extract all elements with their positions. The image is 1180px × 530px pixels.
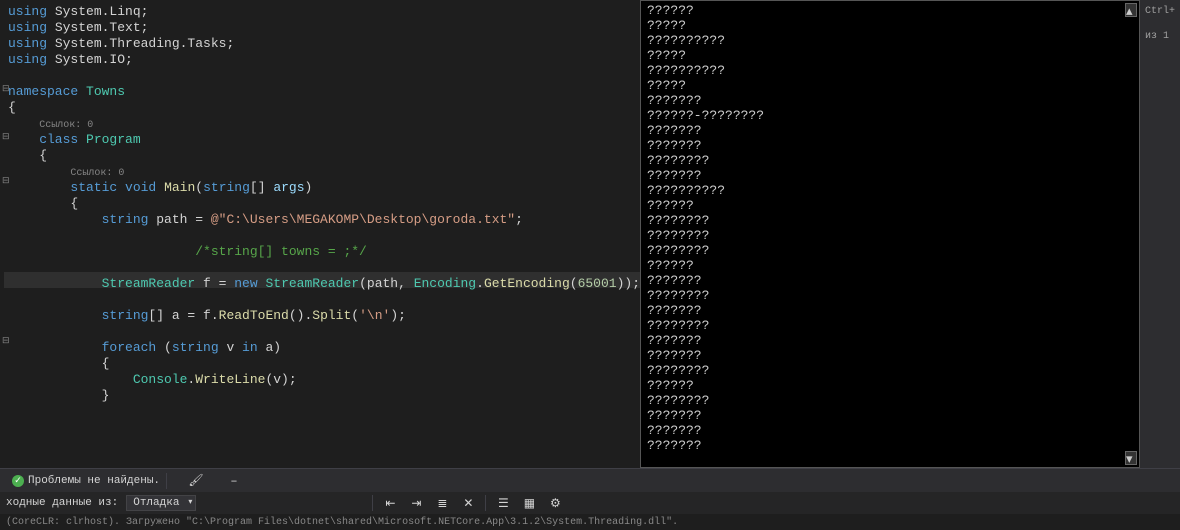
console-line: ???????? — [647, 228, 1133, 243]
console-line: ??????? — [647, 408, 1133, 423]
console-line: ??????? — [647, 93, 1133, 108]
references-count[interactable]: Ссылок: 0 — [70, 168, 124, 179]
console-line: ??????? — [647, 348, 1133, 363]
console-line: ???????? — [647, 213, 1133, 228]
console-line: ??????-???????? — [647, 108, 1133, 123]
problems-text: Проблемы не найдены. — [28, 475, 160, 487]
console-line: ??????? — [647, 168, 1133, 183]
string-literal: @"C:\Users\MEGAKOMP\Desktop\goroda.txt" — [211, 212, 515, 227]
console-line: ????? — [647, 78, 1133, 93]
indent-left-icon[interactable]: ⇤ — [381, 494, 399, 512]
console-output[interactable]: ????????????????????????????????????????… — [640, 0, 1140, 468]
console-line: ??????? — [647, 123, 1133, 138]
console-line: ???????? — [647, 393, 1133, 408]
right-panel: Ctrl+ из 1 — [1140, 0, 1180, 468]
shortcut-hint: Ctrl+ — [1142, 4, 1178, 19]
output-toolbar: ходные данные из: Отладка ▾ ⇤ ⇥ ≣ ✕ ☰ ▦ … — [0, 492, 1180, 514]
console-line: ?????????? — [647, 63, 1133, 78]
scroll-down-icon[interactable]: ▾ — [1125, 451, 1137, 465]
console-line: ???????? — [647, 363, 1133, 378]
clear-icon[interactable]: ✕ — [459, 494, 477, 512]
console-line: ?????????? — [647, 183, 1133, 198]
console-line: ?????? — [647, 198, 1133, 213]
console-line: ?????????? — [647, 33, 1133, 48]
output-from-label: ходные данные из: — [6, 497, 118, 509]
brush-icon[interactable]: 🖌 — [187, 472, 205, 490]
console-line: ?????? — [647, 378, 1133, 393]
main-area: ⊟ ⊟ ⊟ ⊟ using System.Linq; using System.… — [0, 0, 1180, 468]
console-line: ??????? — [647, 333, 1133, 348]
debug-output-line: (CoreCLR: clrhost). Загружено "C:\Progra… — [0, 514, 1180, 530]
output-source-dropdown[interactable]: Отладка ▾ — [126, 495, 196, 511]
dash-icon[interactable]: – — [225, 472, 243, 490]
count-hint: из 1 — [1142, 29, 1178, 44]
console-line: ????? — [647, 18, 1133, 33]
references-count[interactable]: Ссылок: 0 — [39, 120, 93, 131]
console-line: ????? — [647, 48, 1133, 63]
console-line: ??????? — [647, 438, 1133, 453]
check-icon: ✓ — [12, 475, 24, 487]
list-icon[interactable]: ☰ — [494, 494, 512, 512]
console-line: ???????? — [647, 153, 1133, 168]
misc-icon[interactable]: ▦ — [520, 494, 538, 512]
problems-status[interactable]: ✓ Проблемы не найдены. — [6, 473, 166, 489]
code-area[interactable]: using System.Linq; using System.Text; us… — [4, 0, 640, 468]
console-line: ??????? — [647, 423, 1133, 438]
console-line: ?????? — [647, 3, 1133, 18]
console-line: ??????? — [647, 303, 1133, 318]
console-line: ??????? — [647, 138, 1133, 153]
console-line: ???????? — [647, 318, 1133, 333]
comment: /*string[] towns = ;*/ — [102, 244, 367, 259]
status-bar-problems: ✓ Проблемы не найдены. 🖌 – — [0, 468, 1180, 492]
indent-right-icon[interactable]: ⇥ — [407, 494, 425, 512]
gear-icon[interactable]: ⚙ — [546, 494, 564, 512]
console-scrollbar[interactable]: ▴ ▾ — [1123, 1, 1139, 467]
wrap-icon[interactable]: ≣ — [433, 494, 451, 512]
console-line: ?????? — [647, 258, 1133, 273]
console-line: ???????? — [647, 288, 1133, 303]
editor-pane: ⊟ ⊟ ⊟ ⊟ using System.Linq; using System.… — [0, 0, 640, 468]
console-line: ???????? — [647, 243, 1133, 258]
scroll-up-icon[interactable]: ▴ — [1125, 3, 1137, 17]
console-line: ??????? — [647, 273, 1133, 288]
